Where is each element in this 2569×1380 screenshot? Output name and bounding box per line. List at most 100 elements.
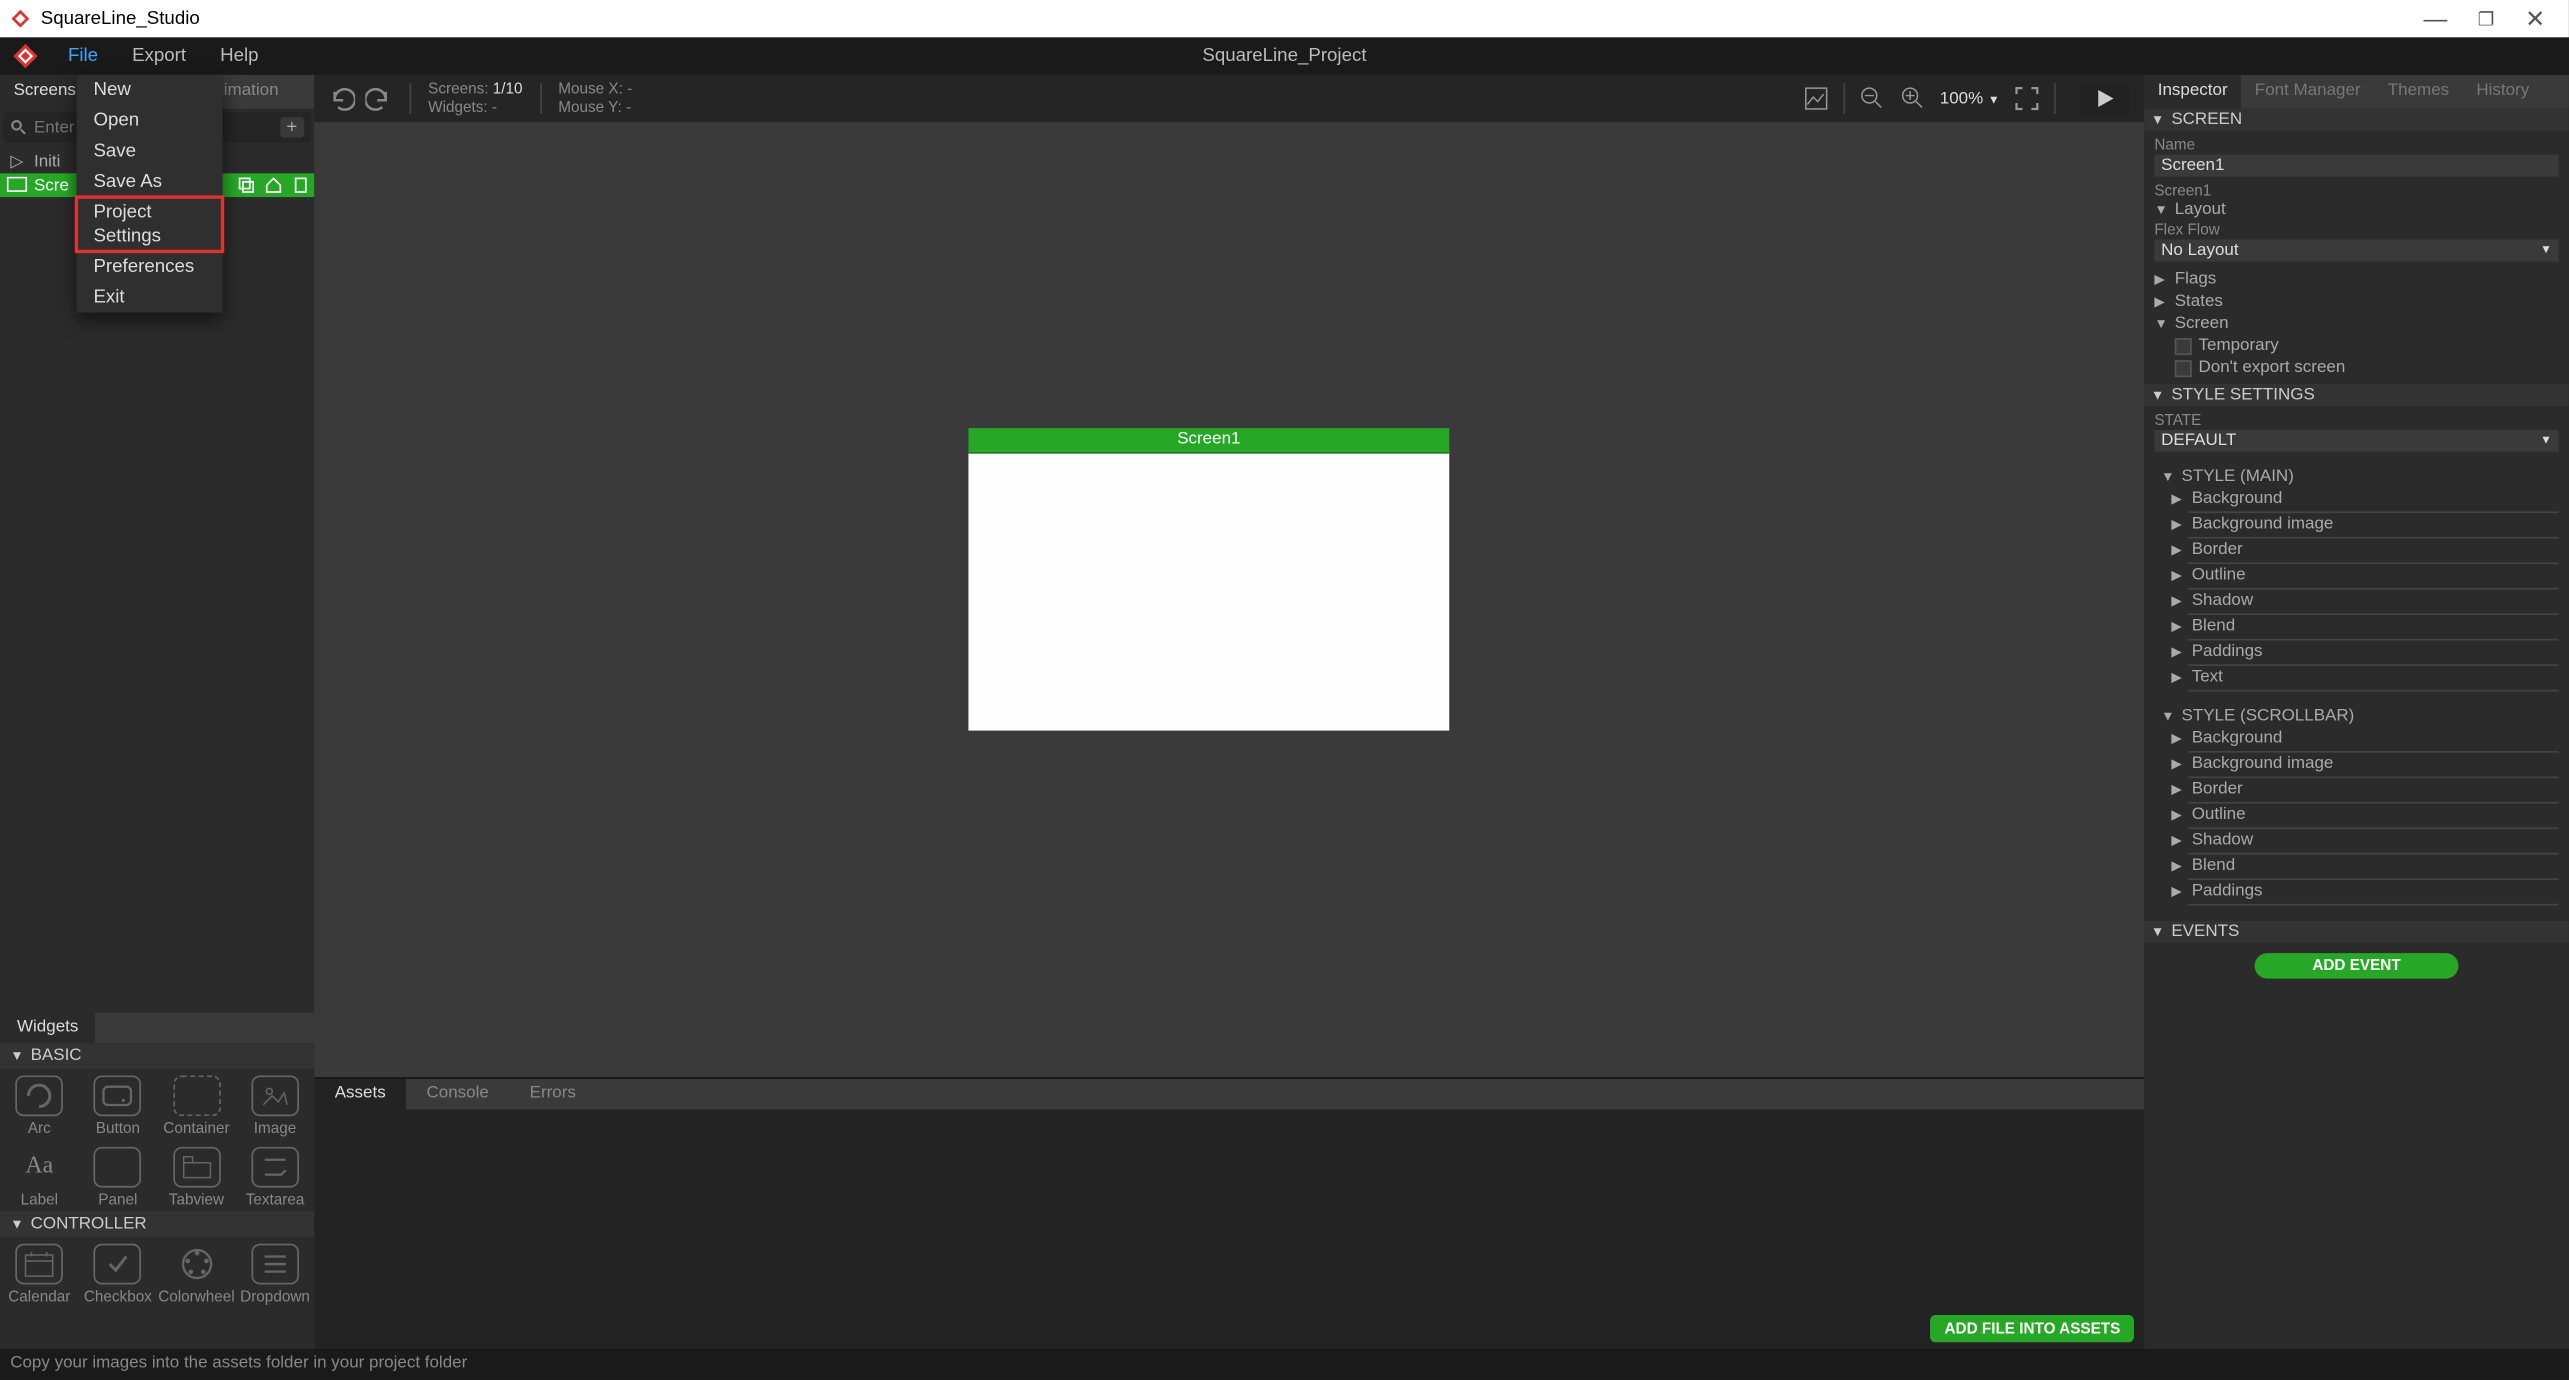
home-icon[interactable] <box>263 175 283 195</box>
menu-project-settings[interactable]: Project Settings <box>76 197 222 251</box>
maximize-button[interactable]: ❐ <box>2478 8 2495 30</box>
widget-calendar[interactable]: Calendar <box>0 1237 79 1308</box>
select-flex-flow[interactable]: No Layout▼ <box>2154 240 2558 262</box>
canvas-screen-body[interactable] <box>968 452 1449 731</box>
style-main-paddings[interactable]: ▶Paddings <box>2154 641 2558 665</box>
zoom-out-button[interactable] <box>1858 85 1885 112</box>
menu-exit[interactable]: Exit <box>76 282 222 313</box>
minimize-button[interactable]: — <box>2423 5 2447 32</box>
widgets-panel: ▼BASIC Arc Button Container Image AaLabe… <box>0 1043 314 1349</box>
widget-label[interactable]: AaLabel <box>0 1140 79 1211</box>
widget-textarea[interactable]: Textarea <box>236 1140 315 1211</box>
row-style-scrollbar[interactable]: ▼STYLE (SCROLLBAR) <box>2154 705 2558 727</box>
label-flex-flow: Flex Flow <box>2154 221 2558 238</box>
menu-export[interactable]: Export <box>115 37 203 74</box>
app-logo <box>0 37 51 74</box>
select-state[interactable]: DEFAULT▼ <box>2154 430 2558 452</box>
row-layout[interactable]: ▼Layout <box>2154 199 2558 221</box>
canvas-area[interactable]: Screen1 <box>314 122 2144 1077</box>
widget-button[interactable]: Button <box>79 1069 158 1140</box>
menu-new[interactable]: New <box>76 75 222 106</box>
menubar: File Export Help SquareLine_Project <box>0 37 2569 74</box>
copy-icon[interactable] <box>291 175 311 195</box>
tab-assets[interactable]: Assets <box>314 1079 406 1110</box>
style-scroll-blend[interactable]: ▶Blend <box>2154 855 2558 879</box>
search-icon <box>10 119 27 136</box>
widget-panel[interactable]: Panel <box>79 1140 158 1211</box>
zoom-level[interactable]: 100% ▼ <box>1940 89 2000 108</box>
row-flags[interactable]: ▶Flags <box>2154 268 2558 290</box>
menu-help[interactable]: Help <box>203 37 275 74</box>
redo-button[interactable] <box>365 85 392 112</box>
style-scroll-paddings[interactable]: ▶Paddings <box>2154 880 2558 904</box>
tree-label-initial: Initi <box>34 152 60 171</box>
os-title: SquareLine_Studio <box>41 8 200 28</box>
style-scroll-shadow[interactable]: ▶Shadow <box>2154 829 2558 853</box>
app-icon <box>10 8 30 28</box>
label-state: STATE <box>2154 411 2558 428</box>
style-scroll-outline[interactable]: ▶Outline <box>2154 804 2558 828</box>
style-scroll-background[interactable]: ▶Background <box>2154 727 2558 751</box>
section-basic[interactable]: ▼BASIC <box>0 1043 314 1068</box>
widget-image[interactable]: Image <box>236 1069 315 1140</box>
style-main-text[interactable]: ▶Text <box>2154 666 2558 690</box>
widget-checkbox[interactable]: Checkbox <box>79 1237 158 1308</box>
undo-button[interactable] <box>328 85 355 112</box>
section-events[interactable]: ▼EVENTS <box>2144 921 2569 943</box>
tab-console[interactable]: Console <box>406 1079 509 1110</box>
menu-open[interactable]: Open <box>76 105 222 136</box>
style-main-background-image[interactable]: ▶Background image <box>2154 513 2558 537</box>
tab-font-manager[interactable]: Font Manager <box>2241 75 2374 109</box>
add-file-to-assets-button[interactable]: ADD FILE INTO ASSETS <box>1931 1315 2134 1342</box>
image-tool-icon[interactable] <box>1802 85 1829 112</box>
section-controller[interactable]: ▼CONTROLLER <box>0 1211 314 1236</box>
style-main-border[interactable]: ▶Border <box>2154 539 2558 563</box>
canvas-screen-title: Screen1 <box>968 428 1449 452</box>
row-screen-sub[interactable]: ▼Screen <box>2154 313 2558 335</box>
style-scroll-border[interactable]: ▶Border <box>2154 778 2558 802</box>
tab-inspector[interactable]: Inspector <box>2144 75 2241 109</box>
widget-colorwheel[interactable]: Colorwheel <box>157 1237 236 1308</box>
style-main-background[interactable]: ▶Background <box>2154 488 2558 512</box>
canvas-screen[interactable]: Screen1 <box>968 428 1449 730</box>
check-temporary[interactable]: Temporary <box>2154 335 2558 357</box>
class-name: Screen1 <box>2154 182 2558 199</box>
close-button[interactable]: ✕ <box>2525 4 2545 33</box>
add-screen-button[interactable]: + <box>280 117 305 137</box>
tab-errors[interactable]: Errors <box>509 1079 596 1110</box>
widget-container[interactable]: Container <box>157 1069 236 1140</box>
duplicate-icon[interactable] <box>236 175 256 195</box>
fullscreen-button[interactable] <box>2013 85 2040 112</box>
tab-themes[interactable]: Themes <box>2374 75 2463 109</box>
input-name[interactable]: Screen1 <box>2154 155 2558 177</box>
play-icon: ▷ <box>7 151 27 171</box>
assets-panel: ADD FILE INTO ASSETS <box>314 1109 2144 1349</box>
style-scroll-background-image[interactable]: ▶Background image <box>2154 753 2558 777</box>
play-button[interactable] <box>2080 82 2131 116</box>
add-event-button[interactable]: ADD EVENT <box>2255 953 2459 978</box>
tree-label-screen1: Scre <box>34 176 69 195</box>
screen-icon <box>7 175 27 195</box>
section-screen[interactable]: ▼SCREEN <box>2144 109 2569 131</box>
canvas-toolbar: Screens: 1/10 Widgets: - Mouse X: - Mous… <box>314 75 2144 123</box>
menu-file[interactable]: File <box>51 37 115 74</box>
tab-widgets[interactable]: Widgets <box>0 1013 95 1044</box>
widget-arc[interactable]: Arc <box>0 1069 79 1140</box>
section-style-settings[interactable]: ▼STYLE SETTINGS <box>2144 384 2569 406</box>
style-main-shadow[interactable]: ▶Shadow <box>2154 590 2558 614</box>
project-title: SquareLine_Project <box>1202 46 1366 66</box>
tab-history[interactable]: History <box>2463 75 2543 109</box>
menu-save[interactable]: Save <box>76 136 222 167</box>
label-name: Name <box>2154 136 2558 153</box>
widget-tabview[interactable]: Tabview <box>157 1140 236 1211</box>
widget-dropdown[interactable]: Dropdown <box>236 1237 315 1308</box>
check-dont-export[interactable]: Don't export screen <box>2154 357 2558 379</box>
file-menu-dropdown: New Open Save Save As Project Settings P… <box>76 75 222 313</box>
zoom-in-button[interactable] <box>1899 85 1926 112</box>
style-main-outline[interactable]: ▶Outline <box>2154 564 2558 588</box>
menu-preferences[interactable]: Preferences <box>76 251 222 282</box>
menu-save-as[interactable]: Save As <box>76 167 222 198</box>
row-states[interactable]: ▶States <box>2154 291 2558 313</box>
row-style-main[interactable]: ▼STYLE (MAIN) <box>2154 466 2558 488</box>
style-main-blend[interactable]: ▶Blend <box>2154 615 2558 639</box>
